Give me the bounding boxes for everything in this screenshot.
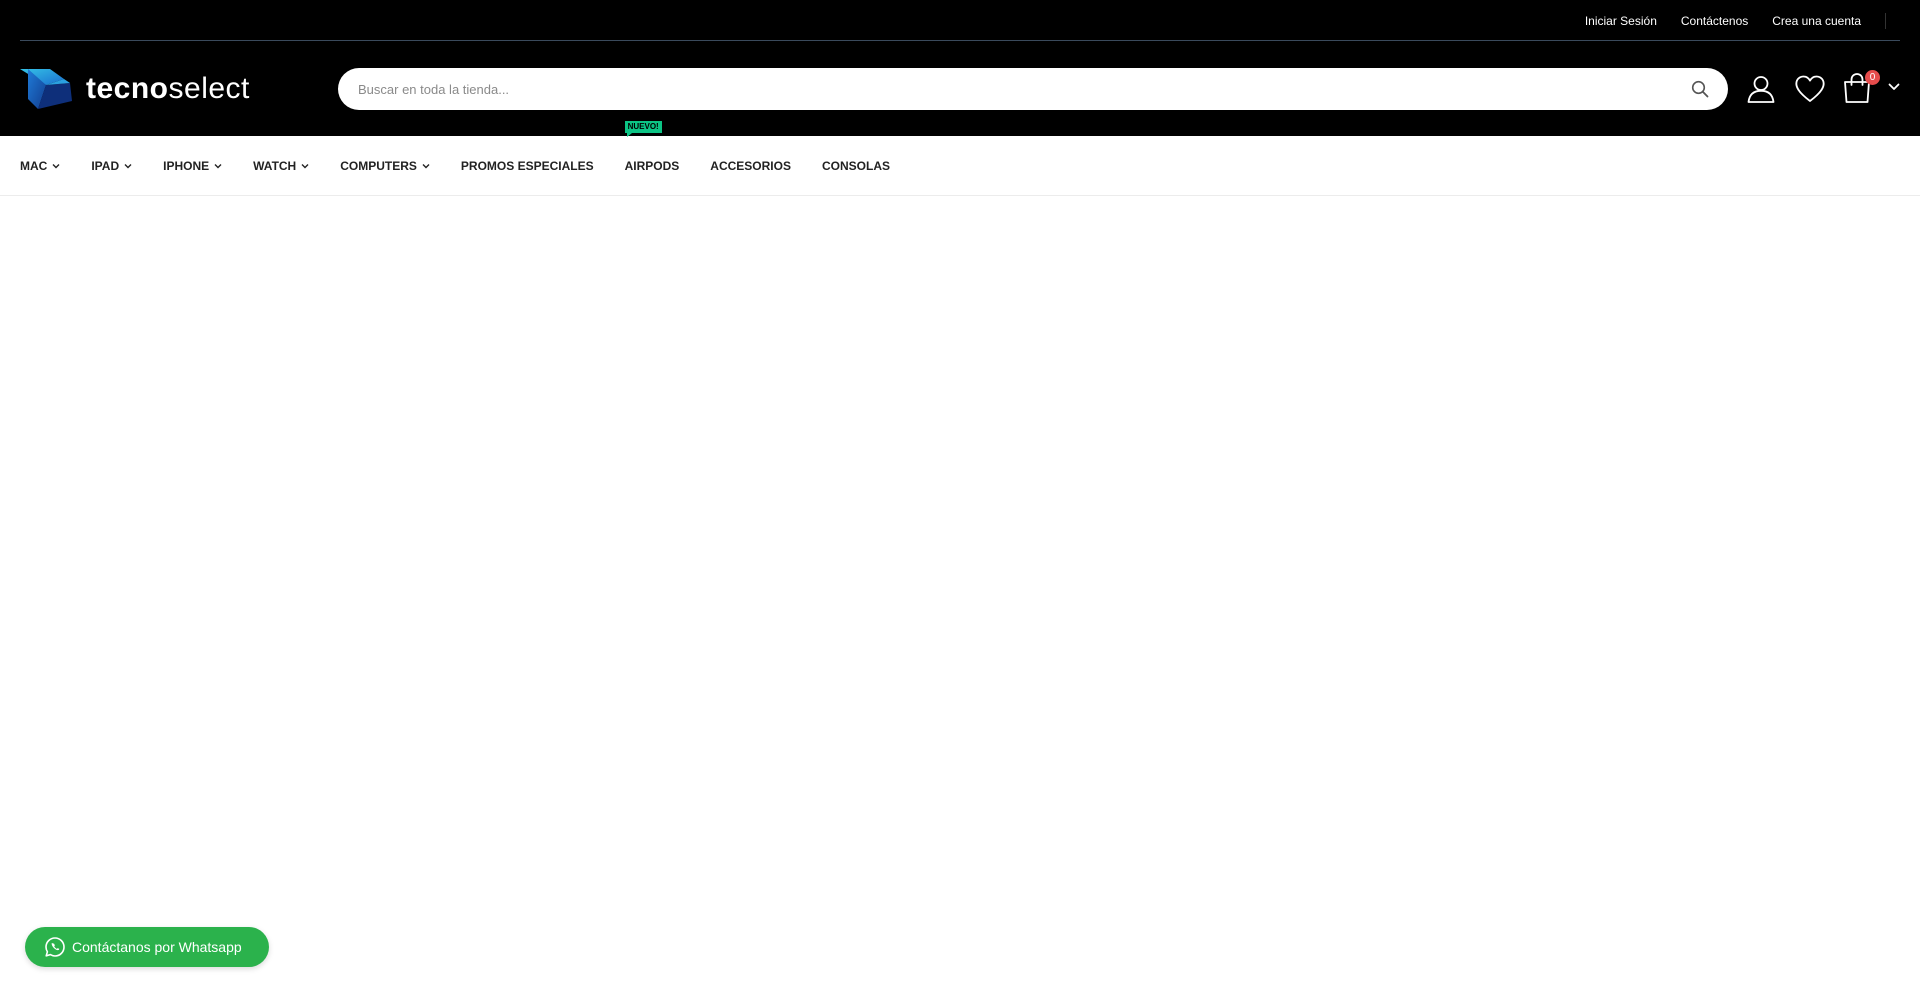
create-account-link[interactable]: Crea una cuenta [1772, 14, 1861, 28]
whatsapp-contact-button[interactable]: Contáctanos por Whatsapp [25, 927, 269, 967]
login-link[interactable]: Iniciar Sesión [1585, 14, 1657, 28]
nav-item-iphone[interactable]: IPHONE [163, 159, 222, 173]
nav-item-label: PROMOS ESPECIALES [460, 159, 594, 173]
nav-item-watch[interactable]: WATCH [253, 159, 309, 173]
logo-mark-icon [20, 69, 72, 109]
nav-item-label: COMPUTERS [340, 159, 417, 173]
chevron-down-icon [214, 164, 222, 169]
nav-item-mac[interactable]: MAC [20, 159, 60, 173]
cart-button[interactable]: 0 [1840, 70, 1902, 108]
search-bar [338, 68, 1728, 110]
chevron-down-icon [422, 164, 430, 169]
nav-item-ipad[interactable]: IPAD [91, 159, 132, 173]
new-badge: NUEVO! [624, 121, 662, 137]
search-input[interactable] [338, 68, 1680, 110]
logo-text: tecnoselect [86, 72, 250, 105]
search-icon [1691, 80, 1709, 98]
top-links: Iniciar Sesión Contáctenos Crea una cuen… [1585, 0, 1886, 41]
chevron-down-icon [301, 164, 309, 169]
heart-icon [1795, 75, 1825, 102]
nav-item-label: IPAD [91, 159, 120, 173]
top-links-divider [1885, 12, 1886, 29]
user-icon [1747, 76, 1775, 103]
site-header: Iniciar Sesión Contáctenos Crea una cuen… [0, 0, 1920, 136]
nav-item-label: WATCH [253, 159, 297, 173]
whatsapp-icon [45, 937, 65, 957]
nav-item-label: IPHONE [163, 159, 210, 173]
nav-item-promos-especiales[interactable]: PROMOS ESPECIALES [461, 159, 594, 173]
search-button[interactable] [1680, 68, 1720, 110]
chevron-down-icon [124, 164, 132, 169]
nav-item-airpods[interactable]: NUEVO! AIRPODS [624, 121, 680, 173]
account-button[interactable] [1744, 72, 1778, 106]
cart-count-badge: 0 [1865, 70, 1880, 85]
main-navigation: MAC IPAD IPHONE WATCH COMPUTERS PROMOS E… [0, 121, 1920, 196]
nav-list: MAC IPAD IPHONE WATCH COMPUTERS PROMOS E… [20, 121, 890, 196]
nav-item-label: CONSOLAS [821, 159, 890, 173]
nav-item-accesorios[interactable]: ACCESORIOS [710, 159, 791, 173]
header-divider [20, 40, 1900, 41]
nav-item-label: AIRPODS [624, 159, 680, 173]
nav-item-label: ACCESORIOS [710, 159, 791, 173]
chevron-down-icon [1888, 83, 1900, 90]
contact-link[interactable]: Contáctenos [1681, 14, 1748, 28]
nav-item-consolas[interactable]: CONSOLAS [822, 159, 890, 173]
wishlist-button[interactable] [1793, 72, 1827, 106]
nav-item-label: MAC [20, 159, 48, 173]
whatsapp-label: Contáctanos por Whatsapp [72, 939, 242, 955]
chevron-down-icon [52, 164, 60, 169]
nav-item-computers[interactable]: COMPUTERS [340, 159, 430, 173]
site-logo[interactable]: tecnoselect [20, 68, 250, 110]
